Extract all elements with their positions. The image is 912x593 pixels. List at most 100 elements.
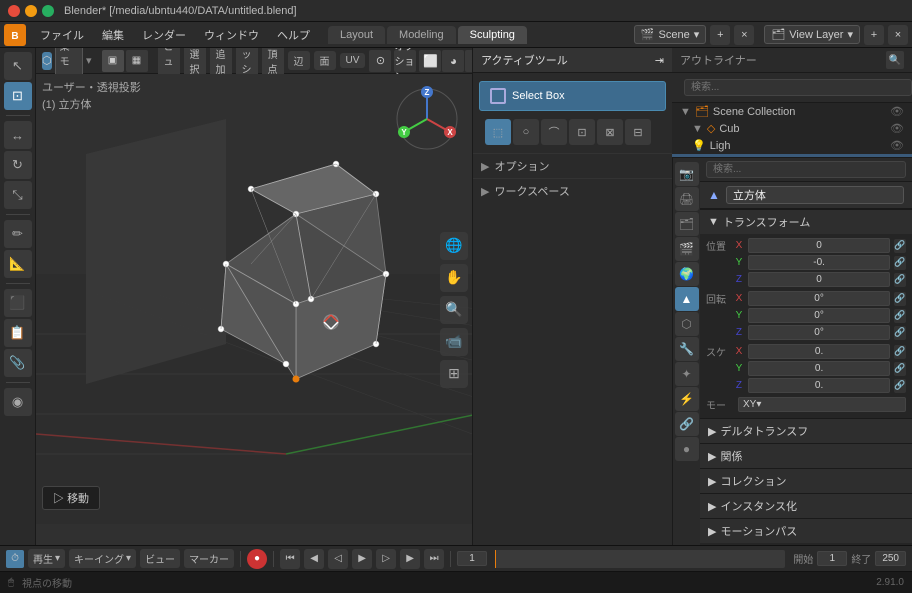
show-wire-button[interactable]: ▦: [126, 50, 148, 72]
menu-edit[interactable]: 編集: [94, 25, 132, 45]
next-frame-button[interactable]: ▷: [376, 549, 396, 569]
scene-add-button[interactable]: +: [710, 25, 730, 45]
face-menu[interactable]: 面: [314, 51, 336, 70]
scene-remove-button[interactable]: ×: [734, 25, 754, 45]
menu-window[interactable]: ウィンドウ: [196, 25, 267, 45]
pos-x-link[interactable]: 🔗: [894, 239, 906, 253]
grid-icon[interactable]: ⊞: [440, 360, 468, 388]
zoom-icon[interactable]: 🔍: [440, 296, 468, 324]
transform-section-header[interactable]: ▼ トランスフォーム: [700, 209, 912, 234]
pos-z-input[interactable]: [748, 272, 890, 287]
scale-x-link[interactable]: 🔗: [894, 345, 906, 359]
rot-x-input[interactable]: [748, 291, 890, 306]
pos-y-link[interactable]: 🔗: [894, 256, 906, 270]
keying-btn[interactable]: キーイング ▾: [69, 549, 136, 568]
active-tools-collapse[interactable]: ⇥: [655, 54, 664, 67]
scale-z-link[interactable]: 🔗: [894, 379, 906, 393]
view-layer-dropdown[interactable]: 🗂 View Layer ▾: [764, 25, 860, 44]
rot-y-input[interactable]: [748, 308, 890, 323]
prop-search-input[interactable]: [706, 161, 906, 178]
menu-file[interactable]: ファイル: [32, 25, 92, 45]
select-extra-3[interactable]: ⊟: [625, 119, 651, 145]
prop-object-icon[interactable]: ▲: [675, 287, 699, 311]
tool-rotate[interactable]: ↻: [4, 151, 32, 179]
minimize-button[interactable]: [25, 5, 37, 17]
select-extra-2[interactable]: ⊠: [597, 119, 623, 145]
prop-mesh-icon[interactable]: ⬡: [675, 312, 699, 336]
light-vis[interactable]: 👁: [890, 139, 904, 152]
options-collapsible[interactable]: ▶ オプション: [473, 153, 672, 178]
rot-z-input[interactable]: [748, 325, 890, 340]
scale-y-input[interactable]: [748, 361, 890, 376]
prop-render-icon[interactable]: 📷: [675, 162, 699, 186]
prop-scene-icon[interactable]: 🎬: [675, 237, 699, 261]
rot-z-link[interactable]: 🔗: [894, 326, 906, 340]
select-circle-mode[interactable]: ○: [513, 119, 539, 145]
prop-constraints-icon[interactable]: 🔗: [675, 412, 699, 436]
outliner-item-light[interactable]: 💡 Ligh 👁: [672, 137, 912, 154]
playback-btn[interactable]: 再生 ▾: [28, 549, 65, 568]
tab-layout[interactable]: Layout: [328, 26, 385, 44]
menu-help[interactable]: ヘルプ: [269, 25, 318, 45]
3d-viewport[interactable]: ユーザー・透視投影 (1) 立方体 🌐 ✋ 🔍 📹 ⊞ Z: [36, 74, 472, 545]
axis-widget[interactable]: Z X Y: [392, 84, 462, 154]
prop-particles-icon[interactable]: ✦: [675, 362, 699, 386]
select-box-button[interactable]: Select Box: [479, 81, 666, 111]
prev-frame-button[interactable]: ◁: [328, 549, 348, 569]
start-frame-input[interactable]: 1: [817, 551, 847, 566]
record-button[interactable]: ●: [247, 549, 267, 569]
select-box-mode[interactable]: ⬚: [485, 119, 511, 145]
prop-modifier-icon[interactable]: 🔧: [675, 337, 699, 361]
viewport[interactable]: ⬡ 編集モード ▾ ▣ ▦ ビュー 選択 追加 メッシュ 頂点 辺 面 UV ⊙…: [36, 48, 472, 545]
pos-x-input[interactable]: [748, 238, 890, 253]
outliner-scene-collection[interactable]: ▼ 🗂 Scene Collection 👁: [672, 103, 912, 120]
outliner-filter[interactable]: 🔍: [886, 51, 904, 69]
select-extra-1[interactable]: ⊡: [569, 119, 595, 145]
pan-icon[interactable]: ✋: [440, 264, 468, 292]
prev-keyframe-button[interactable]: ◀: [304, 549, 324, 569]
tool-shading[interactable]: ◉: [4, 388, 32, 416]
prop-output-icon[interactable]: 🖨: [675, 187, 699, 211]
scene-dropdown[interactable]: 🎬 Scene ▾: [634, 25, 706, 44]
prop-physics-icon[interactable]: ⚡: [675, 387, 699, 411]
outliner-item-cub[interactable]: ▼ ◇ Cub 👁: [672, 120, 912, 137]
motion-path-section-header[interactable]: ▶ モーションパス: [700, 518, 912, 543]
camera-icon[interactable]: 📹: [440, 328, 468, 356]
viewport-snap-button[interactable]: ⊙: [369, 50, 391, 72]
scale-x-input[interactable]: [748, 344, 890, 359]
tab-sculpting[interactable]: Sculpting: [458, 26, 527, 44]
tl-view-btn[interactable]: ビュー: [140, 549, 180, 568]
shading-material[interactable]: ◈: [465, 50, 472, 72]
end-frame-input[interactable]: 250: [875, 551, 906, 566]
instancing-section-header[interactable]: ▶ インスタンス化: [700, 493, 912, 518]
window-controls[interactable]: [8, 5, 54, 17]
tab-modeling[interactable]: Modeling: [387, 26, 456, 44]
shading-wire[interactable]: ⬜: [419, 50, 441, 72]
rot-y-link[interactable]: 🔗: [894, 309, 906, 323]
scene-vis-icon[interactable]: 👁: [890, 105, 904, 118]
orbit-icon[interactable]: 🌐: [440, 232, 468, 260]
maximize-button[interactable]: [42, 5, 54, 17]
play-button[interactable]: ▶: [352, 549, 372, 569]
show-all-button[interactable]: ▣: [102, 50, 124, 72]
scale-y-link[interactable]: 🔗: [894, 362, 906, 376]
timeline-scrubber[interactable]: [495, 550, 785, 568]
tool-scale[interactable]: ⤡: [4, 181, 32, 209]
tool-annotate[interactable]: ✏: [4, 220, 32, 248]
object-name-input[interactable]: [726, 186, 904, 204]
relations-section-header[interactable]: ▶ 関係: [700, 443, 912, 468]
current-frame-input[interactable]: 1: [457, 551, 487, 566]
tool-loop-cut[interactable]: 📎: [4, 349, 32, 377]
outliner-search-input[interactable]: [684, 79, 912, 96]
tool-extrude[interactable]: 📋: [4, 319, 32, 347]
select-lasso-mode[interactable]: ⌒: [541, 119, 567, 145]
pos-z-link[interactable]: 🔗: [894, 273, 906, 287]
prop-world-icon[interactable]: 🌍: [675, 262, 699, 286]
workspace-collapsible[interactable]: ▶ ワークスペース: [473, 178, 672, 203]
scale-z-input[interactable]: [748, 378, 890, 393]
tool-select-box[interactable]: ⊡: [4, 82, 32, 110]
view-layer-add[interactable]: +: [864, 25, 884, 45]
shading-solid[interactable]: ◕: [442, 50, 464, 72]
cub-vis[interactable]: 👁: [890, 122, 904, 135]
viewport-options-button[interactable]: オプション▾: [394, 50, 416, 72]
